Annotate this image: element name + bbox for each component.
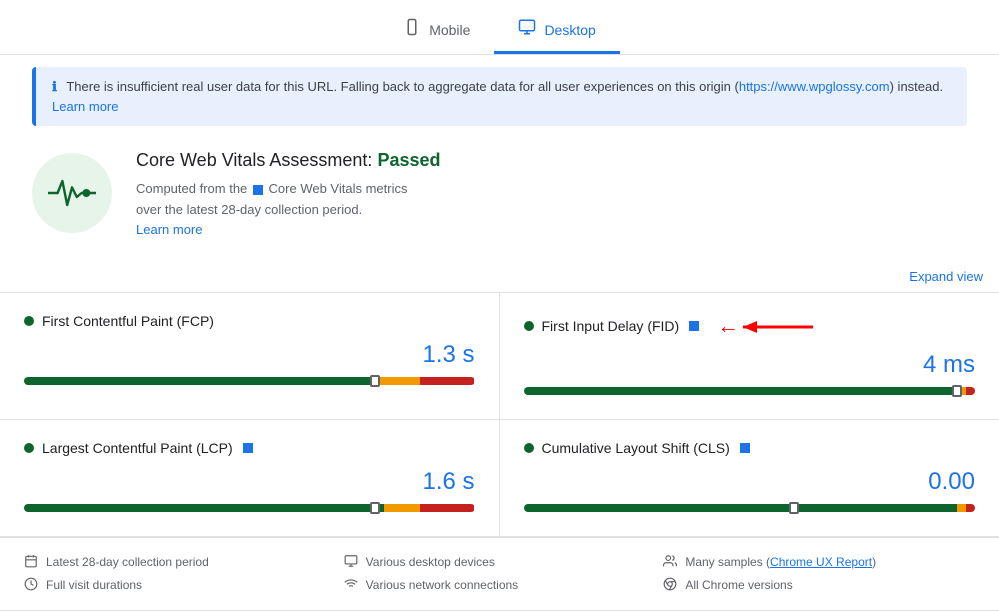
tab-mobile-label: Mobile xyxy=(429,22,470,38)
metric-cls: Cumulative Layout Shift (CLS) 0.00 xyxy=(500,420,999,537)
mobile-icon xyxy=(403,18,421,41)
users-icon xyxy=(663,554,677,571)
chrome-versions-text: All Chrome versions xyxy=(685,578,792,592)
metric-cls-bar xyxy=(524,504,976,512)
learn-more-link-banner[interactable]: Learn more xyxy=(52,99,118,114)
red-arrow-svg xyxy=(743,317,823,337)
footer-col1: Latest 28-day collection period Full vis… xyxy=(24,554,336,594)
metric-fid-value: 4 ms xyxy=(524,351,976,379)
metric-lcp-title: Largest Contentful Paint (LCP) xyxy=(24,440,475,456)
network-text: Various network connections xyxy=(366,578,519,592)
footer-collection-period: Latest 28-day collection period xyxy=(24,554,336,571)
desktop-devices-text: Various desktop devices xyxy=(366,555,495,569)
learn-more-link[interactable]: Learn more xyxy=(136,222,202,237)
assessment-description: Computed from the Core Web Vitals metric… xyxy=(136,179,441,221)
desktop-icon xyxy=(518,18,536,41)
green-dot-fcp xyxy=(24,316,34,326)
footer-desktop-devices: Various desktop devices xyxy=(344,554,656,571)
green-dot-cls xyxy=(524,443,534,453)
metric-fcp-bar xyxy=(24,377,475,385)
metric-cls-value: 0.00 xyxy=(524,468,976,496)
clock-icon xyxy=(24,577,38,594)
footer-col2: Various desktop devices Various network … xyxy=(344,554,656,594)
expand-view-button[interactable]: Expand view xyxy=(0,261,999,292)
metric-lcp-value: 1.6 s xyxy=(24,468,475,496)
calendar-icon xyxy=(24,554,38,571)
network-icon xyxy=(344,577,358,594)
green-dot-fid xyxy=(524,321,534,331)
metric-cls-title: Cumulative Layout Shift (CLS) xyxy=(524,440,976,456)
fid-info-icon xyxy=(689,321,699,331)
red-arrow-icon: ← xyxy=(717,313,739,339)
footer-col3: Many samples (Chrome UX Report) All Chro… xyxy=(663,554,975,594)
footer-network: Various network connections xyxy=(344,577,656,594)
assessment-title: Core Web Vitals Assessment: Passed xyxy=(136,150,441,171)
assessment-status: Passed xyxy=(377,150,440,170)
tab-bar: Mobile Desktop xyxy=(0,0,999,55)
samples-text: Many samples (Chrome UX Report) xyxy=(685,555,876,569)
banner-link[interactable]: https://www.wpglossy.com xyxy=(739,79,890,94)
banner-text: There is insufficient real user data for… xyxy=(52,79,943,114)
collection-period-text: Latest 28-day collection period xyxy=(46,555,209,569)
pulse-icon xyxy=(32,153,112,233)
tab-desktop-label: Desktop xyxy=(544,22,595,38)
info-icon: ℹ xyxy=(52,79,57,94)
visit-duration-text: Full visit durations xyxy=(46,578,142,592)
devices-icon xyxy=(344,554,358,571)
footer-visit-duration: Full visit durations xyxy=(24,577,336,594)
tab-mobile[interactable]: Mobile xyxy=(379,8,494,54)
footer-chrome-versions: All Chrome versions xyxy=(663,577,975,594)
assessment-section: Core Web Vitals Assessment: Passed Compu… xyxy=(0,126,999,261)
blue-square-icon xyxy=(253,185,263,195)
green-dot-lcp xyxy=(24,443,34,453)
metric-fid: First Input Delay (FID) ← 4 ms xyxy=(500,293,999,420)
footer-samples: Many samples (Chrome UX Report) xyxy=(663,554,975,571)
info-banner: ℹ There is insufficient real user data f… xyxy=(32,67,967,126)
metrics-grid: First Contentful Paint (FCP) 1.3 s First… xyxy=(0,292,999,537)
metric-fcp: First Contentful Paint (FCP) 1.3 s xyxy=(0,293,500,420)
metric-fcp-title: First Contentful Paint (FCP) xyxy=(24,313,475,329)
assessment-text: Core Web Vitals Assessment: Passed Compu… xyxy=(136,150,441,237)
cls-info-icon xyxy=(740,443,750,453)
footer-info: Latest 28-day collection period Full vis… xyxy=(0,537,999,611)
metric-fid-title: First Input Delay (FID) ← xyxy=(524,313,976,339)
metric-lcp: Largest Contentful Paint (LCP) 1.6 s xyxy=(0,420,500,537)
metric-fcp-value: 1.3 s xyxy=(24,341,475,369)
metric-lcp-bar xyxy=(24,504,475,512)
chrome-ux-report-link[interactable]: Chrome UX Report xyxy=(770,555,872,569)
tab-desktop[interactable]: Desktop xyxy=(494,8,619,54)
metric-fid-bar xyxy=(524,387,976,395)
lcp-info-icon xyxy=(243,443,253,453)
chrome-icon xyxy=(663,577,677,594)
